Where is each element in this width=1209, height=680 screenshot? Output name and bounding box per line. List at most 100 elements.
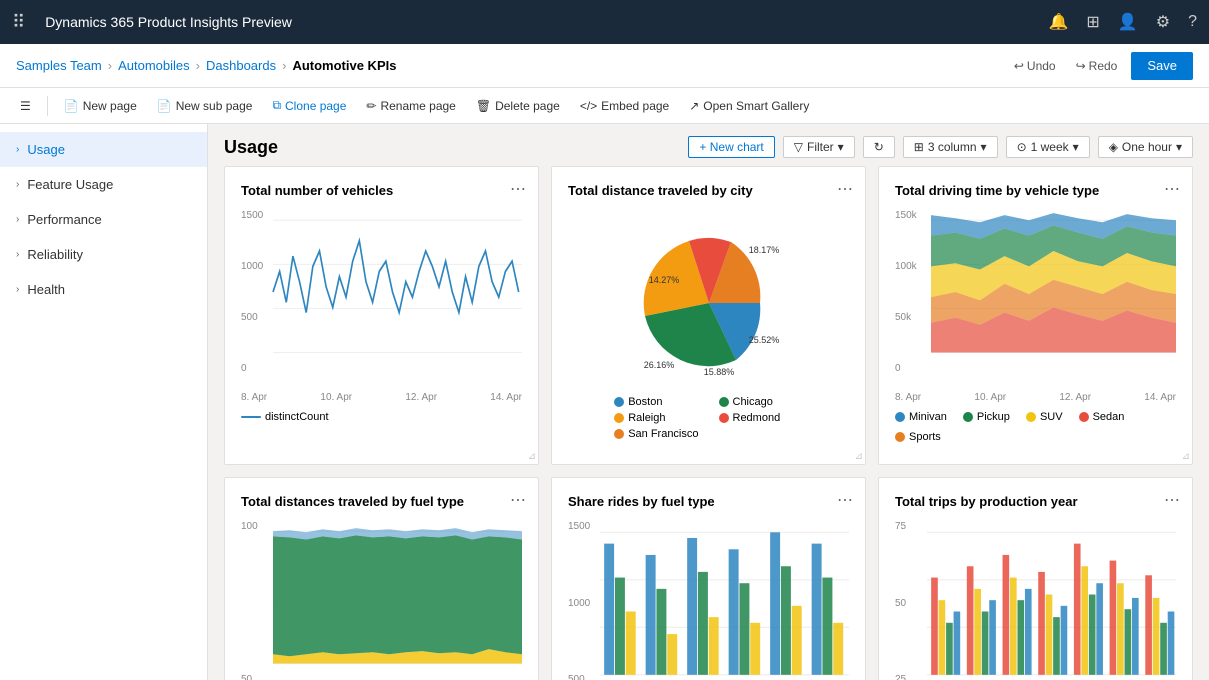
chart5-more-button[interactable]: ⋯ (837, 490, 853, 510)
sidebar-item-performance[interactable]: › Performance (0, 202, 207, 237)
usage-controls: + New chart ▽ Filter ▾ ↻ ⊞ 3 column ▾ ⊙ (688, 136, 1193, 158)
sidebar-item-usage[interactable]: › Usage (0, 132, 207, 167)
sidebar-item-reliability[interactable]: › Reliability (0, 237, 207, 272)
redo-button[interactable]: ↪ Redo (1070, 57, 1124, 75)
undo-button[interactable]: ↩ Undo (1008, 57, 1062, 75)
legend-boston: Boston (614, 396, 698, 408)
gear-icon[interactable]: ⚙ (1156, 12, 1170, 32)
interval-button[interactable]: ◈ One hour ▾ (1098, 136, 1193, 158)
breadcrumb-sep-1: › (108, 58, 112, 73)
chart1-more-button[interactable]: ⋯ (510, 179, 526, 199)
interval-icon: ◈ (1109, 140, 1118, 154)
breadcrumb-actions: ↩ Undo ↪ Redo Save (1008, 52, 1193, 80)
sidebar-item-health[interactable]: › Health (0, 272, 207, 307)
legend-dot-minivan (895, 412, 905, 422)
legend-chicago: Chicago (719, 396, 803, 408)
chart-distance-fuel: Total distances traveled by fuel type ⋯ … (224, 477, 539, 680)
rename-page-button[interactable]: ✏ Rename page (358, 95, 463, 117)
legend-dot-redmond (719, 413, 729, 423)
charts-grid: Total number of vehicles ⋯ 1500 1000 500… (208, 166, 1209, 680)
columns-chevron: ▾ (981, 140, 987, 154)
legend-minivan: Minivan (895, 411, 947, 423)
chart-trips-production: Total trips by production year ⋯ 75 50 2… (878, 477, 1193, 680)
chart2-resize[interactable]: ⊿ (855, 451, 863, 462)
chart6-more-button[interactable]: ⋯ (1164, 490, 1180, 510)
usage-title: Usage (224, 137, 676, 158)
chart5-svg (600, 521, 849, 680)
chart3-svg (931, 210, 1176, 374)
bell-icon[interactable]: 🔔 (1049, 12, 1069, 32)
legend-dot-boston (614, 397, 624, 407)
chart1-y-labels: 1500 1000 500 0 (241, 210, 263, 374)
chart1-svg (273, 210, 522, 374)
chevron-icon-health: › (16, 284, 19, 295)
interval-chevron: ▾ (1176, 140, 1182, 154)
clock-icon: ⊙ (1017, 140, 1027, 154)
waffle-icon[interactable]: ⠿ (12, 12, 25, 33)
person-icon[interactable]: 👤 (1118, 12, 1138, 32)
refresh-icon: ↻ (874, 140, 884, 154)
chart3-title: Total driving time by vehicle type (895, 183, 1176, 198)
breadcrumb-bar: Samples Team › Automobiles › Dashboards … (0, 44, 1209, 88)
legend-sedan: Sedan (1079, 411, 1125, 423)
sidebar: › Usage › Feature Usage › Performance › … (0, 124, 208, 680)
chart-distance-by-city: Total distance traveled by city ⋯ (551, 166, 866, 465)
sidebar-item-label: Reliability (27, 247, 83, 262)
new-chart-button[interactable]: + New chart (688, 136, 774, 158)
save-button[interactable]: Save (1131, 52, 1193, 80)
new-sub-page-button[interactable]: 📄 New sub page (149, 95, 261, 117)
app-title: Dynamics 365 Product Insights Preview (45, 14, 292, 30)
hamburger-icon: ☰ (20, 99, 31, 113)
chart3-legend: Minivan Pickup SUV Sedan (895, 411, 1176, 443)
legend-sf: San Francisco (614, 428, 698, 440)
chart4-more-button[interactable]: ⋯ (510, 490, 526, 510)
toolbar: ☰ 📄 New page 📄 New sub page ⧉ Clone page… (0, 88, 1209, 124)
gallery-icon: ↗ (689, 99, 699, 113)
chart2-more-button[interactable]: ⋯ (837, 179, 853, 199)
chart1-resize[interactable]: ⊿ (528, 451, 536, 462)
clone-page-button[interactable]: ⧉ Clone page (264, 94, 354, 117)
breadcrumb-sep-3: › (282, 58, 286, 73)
embed-page-button[interactable]: </> Embed page (572, 95, 677, 117)
legend-raleigh: Raleigh (614, 412, 698, 424)
top-nav-icons: 🔔 ⊞ 👤 ⚙ ? (1049, 12, 1198, 32)
legend-line-blue (241, 416, 261, 418)
delete-page-button[interactable]: 🗑 Delete page (468, 95, 568, 117)
legend-dot-sedan (1079, 412, 1089, 422)
legend-suv: SUV (1026, 411, 1063, 423)
breadcrumb: Samples Team › Automobiles › Dashboards … (16, 58, 396, 73)
svg-text:26.16%: 26.16% (643, 360, 674, 370)
chevron-icon-feature: › (16, 179, 19, 190)
legend-dot-pickup (963, 412, 973, 422)
chart4-svg (273, 521, 522, 680)
delete-icon: 🗑 (476, 99, 491, 113)
sidebar-item-feature-usage[interactable]: › Feature Usage (0, 167, 207, 202)
columns-button[interactable]: ⊞ 3 column ▾ (903, 136, 998, 158)
chart3-resize[interactable]: ⊿ (1182, 451, 1190, 462)
breadcrumb-item-automobiles[interactable]: Automobiles (118, 58, 190, 73)
time-range-button[interactable]: ⊙ 1 week ▾ (1006, 136, 1090, 158)
legend-dot-suv (1026, 412, 1036, 422)
breadcrumb-item-samples[interactable]: Samples Team (16, 58, 102, 73)
filter-button[interactable]: ▽ Filter ▾ (783, 136, 855, 158)
legend-sports: Sports (895, 431, 941, 443)
svg-text:14.27%: 14.27% (648, 275, 679, 285)
chart3-x-labels: 8. Apr 10. Apr 12. Apr 14. Apr (895, 390, 1176, 403)
hamburger-button[interactable]: ☰ (12, 95, 39, 117)
chevron-icon-reliability: › (16, 249, 19, 260)
new-page-button[interactable]: 📄 New page (56, 95, 145, 117)
chart1-x-labels: 8. Apr 10. Apr 12. Apr 14. Apr (241, 390, 522, 403)
refresh-button[interactable]: ↻ (863, 136, 895, 158)
clone-page-icon: ⧉ (272, 98, 281, 113)
svg-text:25.52%: 25.52% (748, 335, 779, 345)
help-icon[interactable]: ? (1188, 13, 1197, 31)
content-area: Usage + New chart ▽ Filter ▾ ↻ ⊞ 3 colum… (208, 124, 1209, 680)
open-smart-gallery-button[interactable]: ↗ Open Smart Gallery (681, 95, 817, 117)
chart5-title: Share rides by fuel type (568, 494, 849, 509)
breadcrumb-current: Automotive KPIs (292, 58, 396, 73)
time-chevron: ▾ (1073, 140, 1079, 154)
toolbar-divider-1 (47, 96, 48, 116)
monitor-icon[interactable]: ⊞ (1086, 12, 1099, 32)
chart3-more-button[interactable]: ⋯ (1164, 179, 1180, 199)
breadcrumb-item-dashboards[interactable]: Dashboards (206, 58, 276, 73)
